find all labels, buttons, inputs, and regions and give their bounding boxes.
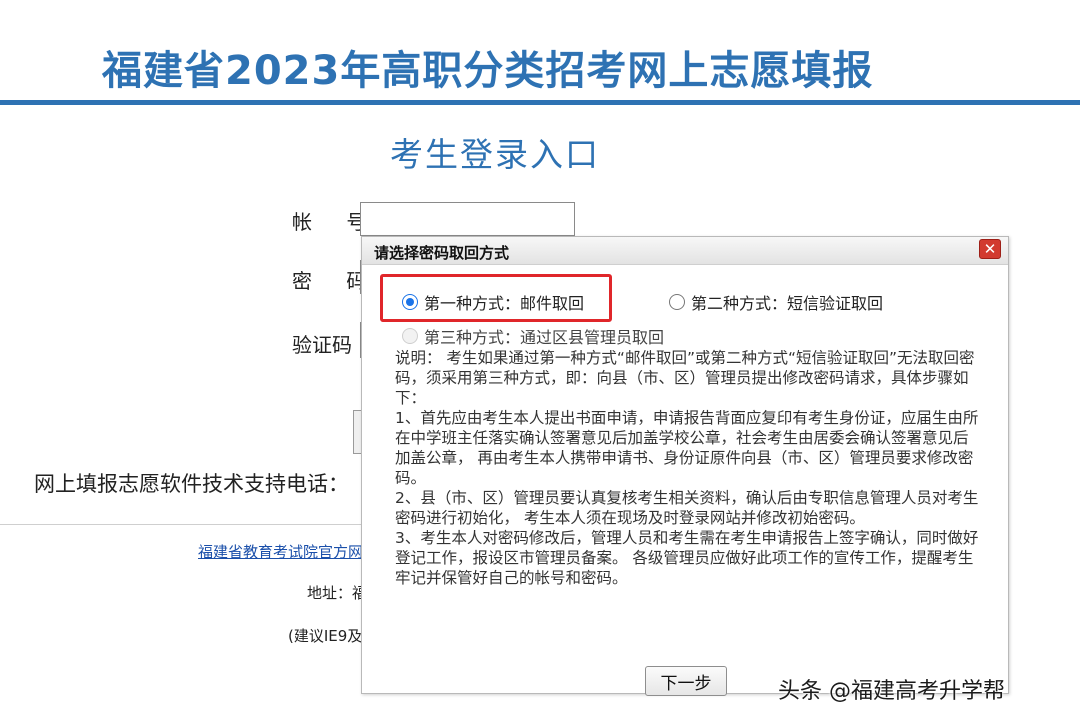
password-recovery-dialog: 请选择密码取回方式 ✕ 第一种方式：邮件取回 第二种方式：短信验证取回 第三种方… [361,236,1009,696]
instructions-step-2: 2、县（市、区）管理员要认真复核考生相关资料，确认后由专职信息管理人员对考生密码… [395,489,979,527]
radio-disabled-icon [402,328,418,344]
option-email-label: 第一种方式：邮件取回 [424,294,585,313]
radio-icon[interactable] [669,294,685,310]
dialog-title: 请选择密码取回方式 [374,244,510,262]
instructions-step-3: 3、考生本人对密码修改后，管理人员和考生需在考生申请报告上签字确认，同时做好登记… [395,529,979,587]
instructions-text: 说明： 考生如果通过第一种方式“邮件取回”或第二种方式“短信验证取回”无法取回密… [395,348,980,588]
header-divider [0,100,1080,105]
account-input[interactable] [360,202,575,236]
address-text: 地址：福 [307,584,362,602]
captcha-label: 验证码 [292,333,352,357]
option-sms-label: 第二种方式：短信验证取回 [691,294,884,313]
exam-authority-link[interactable]: 福建省教育考试院官方网站 [198,541,362,562]
option-email-recovery[interactable]: 第一种方式：邮件取回 [402,290,584,314]
site-title: 福建省2023年高职分类招考网上志愿填报 [102,48,874,94]
next-step-button[interactable]: 下一步 [645,666,727,696]
instructions-step-1: 1、首先应由考生本人提出书面申请，申请报告背面应复印有考生身份证，应届生由所在中… [395,409,979,487]
option-sms-recovery[interactable]: 第二种方式：短信验证取回 [669,290,883,314]
dialog-header: 请选择密码取回方式 ✕ [362,237,1008,265]
footer-divider [0,524,362,525]
option-admin-label: 第三种方式：通过区县管理员取回 [424,328,665,347]
watermark: 头条 @福建高考升学帮 [778,679,1005,704]
support-phone-text: 网上填报志愿软件技术支持电话： [34,472,349,496]
instructions-intro: 说明： 考生如果通过第一种方式“邮件取回”或第二种方式“短信验证取回”无法取回密… [395,349,975,407]
radio-selected-icon[interactable] [402,294,418,310]
browser-note: (建议IE9及 [288,627,362,645]
option-admin-recovery: 第三种方式：通过区县管理员取回 [402,324,664,348]
close-icon[interactable]: ✕ [979,239,1001,259]
login-title: 考生登录入口 [390,135,600,174]
